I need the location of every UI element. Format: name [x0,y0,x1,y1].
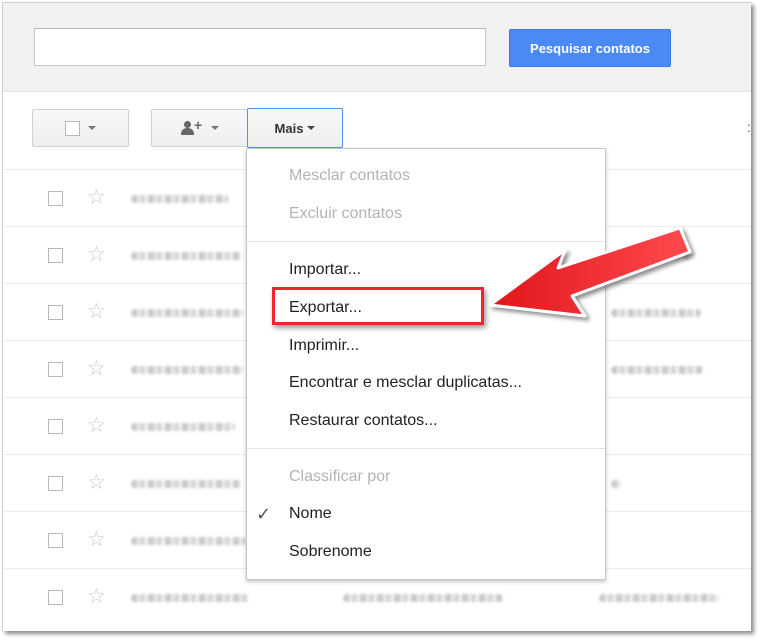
menu-item-merge-contacts: Mesclar contatos [289,167,410,184]
blurred-contact-email [611,366,703,374]
more-actions-menu: Mesclar contatos Excluir contatos Import… [246,148,606,580]
row-checkbox[interactable] [48,248,63,263]
star-icon[interactable]: ☆ [87,242,106,267]
star-icon[interactable]: ☆ [87,185,106,210]
select-all-checkbox[interactable] [65,120,80,136]
menu-item-sort-surname[interactable]: Sobrenome [289,543,372,561]
blurred-contact-phone [599,594,719,602]
search-bar: Pesquisar contatos [3,3,751,92]
star-icon[interactable]: ☆ [87,470,106,495]
blurred-contact-email [611,309,701,317]
menu-item-sort-name[interactable]: Nome [289,505,332,523]
blurred-contact-name [131,252,241,260]
blurred-contact-name [131,366,243,374]
chevron-down-icon [307,126,316,130]
export-highlight-box [272,287,484,325]
menu-item-import[interactable]: Importar... [289,261,361,279]
more-button[interactable]: Mais [247,108,343,148]
menu-divider [247,448,605,449]
row-checkbox[interactable] [48,590,63,605]
blurred-contact-name [131,480,241,488]
row-checkbox[interactable] [48,191,63,206]
blurred-contact-email [343,594,503,602]
star-icon[interactable]: ☆ [87,584,106,609]
blurred-contact-name [131,195,229,203]
chevron-down-icon [88,126,96,130]
add-contact-button[interactable]: + [151,109,249,147]
menu-item-find-merge-duplicates[interactable]: Encontrar e mesclar duplicatas... [289,374,522,392]
overflow-icon[interactable]: : [747,119,751,135]
checkmark-icon: ✓ [256,504,272,524]
blurred-contact-name [131,594,249,602]
search-input[interactable] [34,28,486,66]
menu-item-delete-contacts: Excluir contatos [289,205,402,222]
star-icon[interactable]: ☆ [87,299,106,324]
star-icon[interactable]: ☆ [87,356,106,381]
row-checkbox[interactable] [48,419,63,434]
search-contacts-button[interactable]: Pesquisar contatos [509,29,671,67]
blurred-contact-name [131,537,247,545]
star-icon[interactable]: ☆ [87,413,106,438]
select-all-dropdown[interactable] [32,109,129,147]
menu-item-print[interactable]: Imprimir... [289,337,359,355]
blurred-contact-name [131,309,243,317]
row-checkbox[interactable] [48,305,63,320]
blurred-contact-email [615,252,693,260]
menu-sort-header: Classificar por [289,468,391,485]
menu-divider [247,241,605,242]
blurred-contact-name [131,423,235,431]
add-person-icon: + [181,117,203,135]
row-checkbox[interactable] [48,533,63,548]
star-icon[interactable]: ☆ [87,527,106,552]
chevron-down-icon [211,126,219,130]
blurred-contact-email [611,480,621,488]
menu-item-restore-contacts[interactable]: Restaurar contatos... [289,412,438,430]
more-button-label: Mais [274,120,304,136]
row-checkbox[interactable] [48,362,63,377]
row-checkbox[interactable] [48,476,63,491]
